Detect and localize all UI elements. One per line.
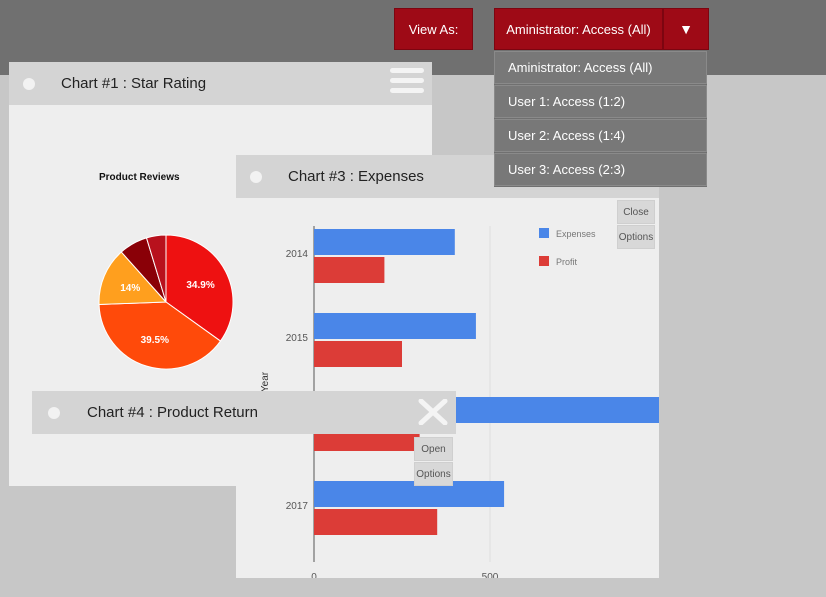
open-button[interactable]: Open — [414, 437, 453, 461]
y-axis-label: Year — [260, 371, 271, 392]
pie-slice-label: 39.5% — [141, 335, 169, 346]
chart3-options-button[interactable]: Options — [617, 225, 655, 249]
chart4-options-button[interactable]: Options — [414, 462, 453, 486]
chart3-select-dot[interactable] — [250, 170, 262, 183]
y-tick-label: 2017 — [286, 501, 309, 512]
dropdown-toggle-icon[interactable]: ▼ — [663, 8, 709, 50]
pie-slice-label: 34.9% — [186, 280, 214, 291]
role-select[interactable]: Aministrator: Access (All) — [494, 8, 663, 50]
chart1-select-dot[interactable] — [23, 77, 35, 90]
chart1-title: Chart #1 : Star Rating — [61, 75, 207, 92]
bar-profit — [314, 257, 385, 283]
role-option[interactable]: User 1: Access (1:2) — [494, 85, 707, 118]
x-tick-label: 500 — [482, 572, 499, 578]
bar-profit — [314, 509, 438, 535]
bar-expenses — [314, 481, 505, 507]
bar-expenses — [314, 229, 455, 255]
view-as-button[interactable]: View As: — [394, 8, 473, 50]
x-tick-label: 0 — [311, 572, 317, 578]
legend-swatch — [539, 256, 549, 266]
role-option[interactable]: Aministrator: Access (All) — [494, 51, 707, 84]
bar-chart: 20142015201620170500YearExpensesProfit — [260, 226, 659, 578]
chart1-header[interactable]: Chart #1 : Star Rating — [9, 62, 432, 105]
bar-expenses — [314, 313, 476, 339]
pie-slice-label: 14% — [120, 283, 140, 294]
y-tick-label: 2014 — [286, 249, 309, 260]
legend-label: Expenses — [556, 229, 596, 239]
chart3-title: Chart #3 : Expenses — [288, 168, 424, 185]
role-option[interactable]: User 2: Access (1:4) — [494, 119, 707, 152]
menu-icon[interactable] — [390, 68, 424, 98]
y-tick-label: 2015 — [286, 333, 309, 344]
chart4-title: Chart #4 : Product Return — [87, 404, 258, 421]
close-icon[interactable] — [418, 399, 448, 425]
chart4-select-dot[interactable] — [48, 406, 60, 419]
role-dropdown-menu: Aministrator: Access (All) User 1: Acces… — [494, 51, 707, 187]
close-button[interactable]: Close — [617, 200, 655, 224]
bar-profit — [314, 341, 402, 367]
legend-swatch — [539, 228, 549, 238]
role-option[interactable]: User 3: Access (2:3) — [494, 153, 707, 186]
chart3-panel: Chart #3 : Expenses 20142015201620170500… — [236, 155, 659, 578]
chart4-header[interactable]: Chart #4 : Product Return — [32, 391, 456, 434]
legend-label: Profit — [556, 257, 578, 267]
